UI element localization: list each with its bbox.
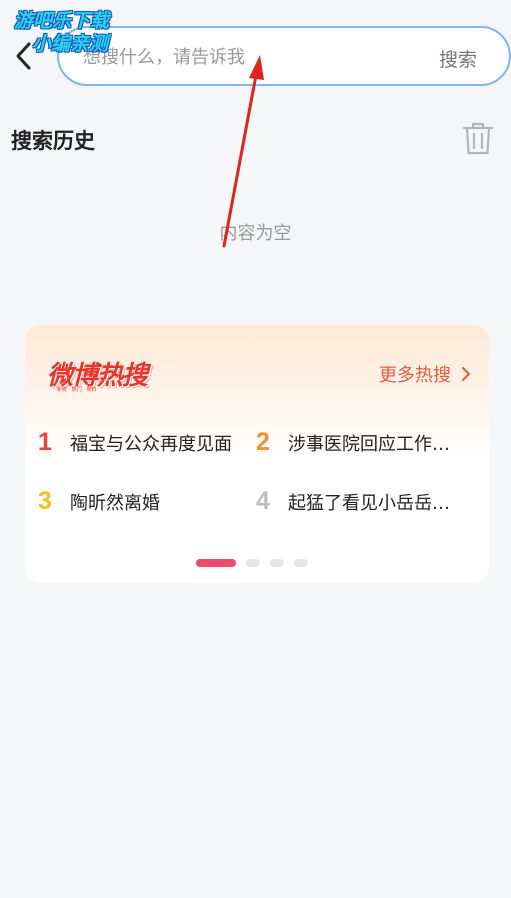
back-button[interactable]: [10, 40, 38, 72]
page-dot-2[interactable]: [246, 559, 260, 567]
hot-item-2[interactable]: 2 涉事医院回应工作…: [256, 428, 466, 457]
trash-icon: [462, 122, 494, 155]
carousel-page-indicator: [196, 559, 308, 567]
search-history-title: 搜索历史: [11, 129, 95, 153]
more-hot-label: 更多热搜: [379, 365, 451, 386]
chevron-left-icon: [16, 42, 31, 70]
hot-item-1[interactable]: 1 福宝与公众再度见面: [38, 428, 248, 457]
more-hot-button[interactable]: 更多热搜: [379, 361, 471, 387]
page-dot-3[interactable]: [270, 559, 284, 567]
hot-title: 起猛了看见小岳岳…: [288, 492, 450, 514]
page-dot-4[interactable]: [294, 559, 308, 567]
hot-item-3[interactable]: 3 陶昕然离婚: [38, 487, 248, 516]
hot-logo-subtitle: 新鲜 · 热门 · 有料: [57, 387, 97, 393]
hot-title: 陶昕然离婚: [70, 492, 160, 514]
hot-rank: 3: [38, 487, 52, 515]
page-dot-1[interactable]: [196, 559, 236, 567]
clear-history-button[interactable]: [462, 121, 494, 155]
weibo-hot-logo: 微博热搜 新鲜 · 热门 · 有料: [47, 355, 165, 395]
hot-item-4[interactable]: 4 起猛了看见小岳岳…: [256, 487, 466, 516]
hot-rank: 1: [38, 428, 52, 456]
search-button[interactable]: 搜索: [439, 45, 477, 72]
hot-rank: 4: [256, 487, 270, 515]
chevron-right-icon: [462, 367, 470, 381]
search-input[interactable]: [83, 44, 383, 70]
search-page: 游吧乐下载 小编亲测 搜索 搜索历史 内容为空 微博热搜 新鲜 · 热门 · 有…: [0, 0, 511, 898]
history-empty-text: 内容为空: [219, 223, 292, 244]
hot-title: 涉事医院回应工作…: [288, 433, 450, 455]
weibo-hot-search-card: 微博热搜 新鲜 · 热门 · 有料 更多热搜 1 福宝与公众再度见面 2 涉事医…: [25, 325, 489, 583]
hot-title: 福宝与公众再度见面: [70, 433, 232, 455]
hot-rank: 2: [256, 428, 270, 456]
search-box: 搜索: [57, 26, 511, 86]
